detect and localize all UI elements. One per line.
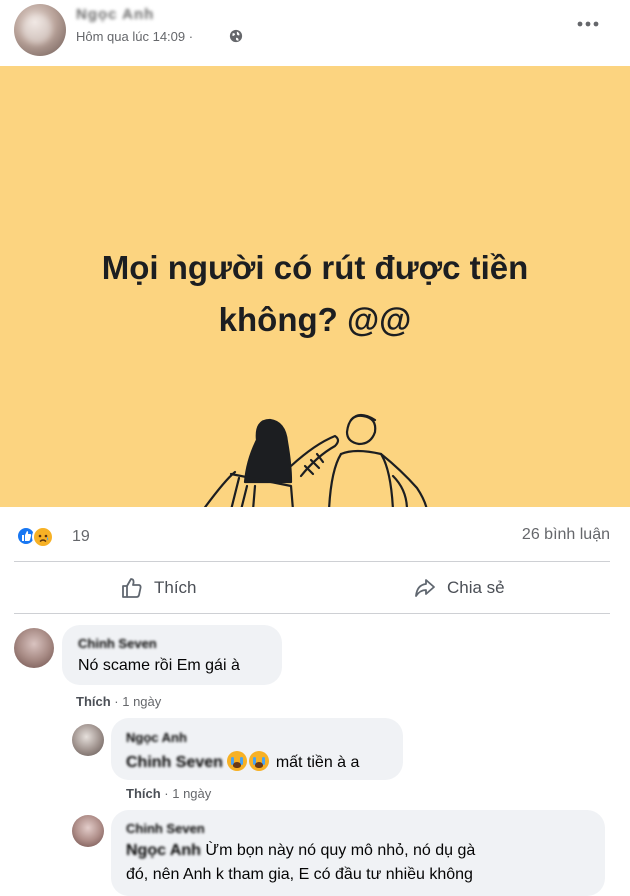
post-timestamp[interactable]: Hôm qua lúc 14:09 ·	[76, 29, 193, 44]
globe-icon	[229, 29, 243, 43]
comment-meta: Thích · 1 ngày	[76, 694, 161, 709]
commenter-avatar[interactable]	[14, 628, 54, 668]
comment-text: đó, nên Anh k tham gia, E có đầu tư nhiề…	[126, 866, 473, 883]
reaction-count[interactable]: 19	[72, 528, 90, 546]
post-banner: Mọi người có rút được tiền không? @@	[0, 66, 630, 507]
like-button[interactable]: Thích	[120, 570, 197, 606]
comment-time[interactable]: · 1 ngày	[114, 694, 161, 709]
share-button[interactable]: Chia sẻ	[413, 570, 505, 606]
post-header: Ngọc Anh Hôm qua lúc 14:09 ·	[0, 0, 630, 66]
comment-like-link[interactable]: Thích	[76, 694, 111, 709]
comment-body: mất tiền à a	[275, 754, 360, 771]
comment-author[interactable]: Chinh Seven	[78, 636, 157, 651]
comment-body-line1: Ừm bọn này nó quy mô nhỏ, nó dụ gà	[205, 842, 476, 859]
sad-reaction-icon[interactable]	[32, 526, 54, 548]
mention-link[interactable]: Chinh Seven	[126, 754, 223, 772]
author-name[interactable]: Ngọc Anh	[76, 6, 154, 23]
crying-emoji-icon	[249, 751, 270, 771]
share-label: Chia sẻ	[447, 578, 505, 597]
mention-link[interactable]: Ngọc Anh	[126, 842, 201, 860]
comment-author[interactable]: Ngọc Anh	[126, 730, 187, 745]
thumbs-up-icon	[122, 578, 142, 598]
comment-text: Ngọc Anh Ừm bọn này nó quy mô nhỏ, nó dụ…	[126, 842, 475, 860]
divider	[14, 613, 610, 614]
reactions-bar: 19 26 bình luận	[0, 520, 630, 552]
comment-text: Nó scame rồi Em gái à	[78, 657, 240, 674]
couple-illustration	[203, 413, 428, 507]
divider	[14, 561, 610, 562]
comment-meta: Thích · 1 ngày	[126, 786, 211, 801]
comment-like-link[interactable]: Thích	[126, 786, 161, 801]
post-text: Mọi người có rút được tiền không? @@	[101, 249, 529, 338]
comment-bubble	[62, 625, 282, 685]
crying-emoji-icon	[227, 751, 248, 771]
comment-author[interactable]: Chinh Seven	[126, 821, 205, 836]
reply-avatar[interactable]	[72, 815, 104, 847]
comment-text: Chinh Seven mất tiền à a	[126, 751, 359, 772]
more-options-icon[interactable]	[574, 14, 602, 34]
comment-count[interactable]: 26 bình luận	[522, 526, 610, 544]
author-avatar[interactable]	[14, 4, 66, 56]
reply-avatar[interactable]	[72, 724, 104, 756]
comment-time[interactable]: · 1 ngày	[164, 786, 211, 801]
like-label: Thích	[154, 578, 197, 597]
share-arrow-icon	[415, 579, 435, 597]
